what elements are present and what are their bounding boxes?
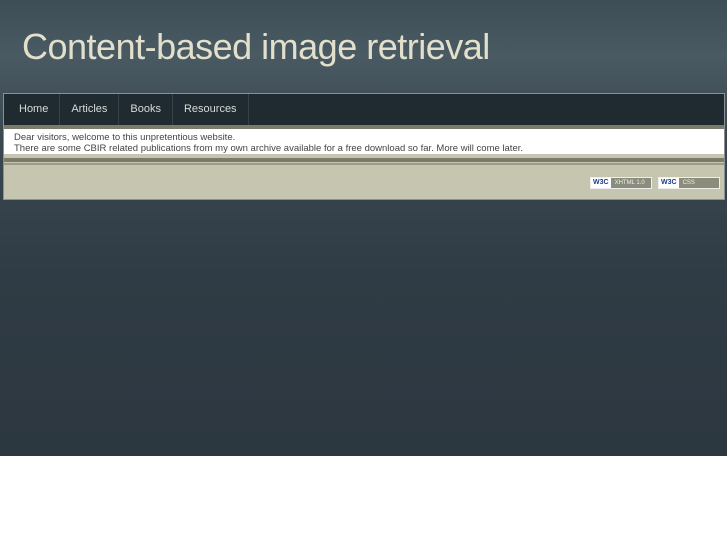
main-panel: Home Articles Books Resources Dear visit… [3, 93, 725, 200]
xhtml-valid-badge[interactable]: W3C XHTML 1.0 [590, 177, 652, 189]
nav-books[interactable]: Books [119, 94, 173, 125]
nav-articles[interactable]: Articles [60, 94, 120, 125]
css-valid-badge[interactable]: W3C CSS [658, 177, 720, 189]
w3c-logo: W3C [591, 178, 611, 188]
intro-text: There are some CBIR related publications… [14, 143, 524, 154]
w3c-logo: W3C [659, 178, 679, 188]
content: Dear visitors, welcome to this unpretent… [4, 129, 724, 154]
badge-label: CSS [682, 180, 695, 186]
site-title: Content-based image retrieval [22, 26, 490, 67]
badge-label: XHTML 1.0 [614, 180, 645, 186]
divider [4, 158, 724, 162]
nav-bar: Home Articles Books Resources [4, 94, 724, 125]
nav-resources[interactable]: Resources [173, 94, 249, 125]
page-background [0, 0, 727, 456]
nav-home[interactable]: Home [8, 94, 61, 125]
divider [4, 163, 724, 165]
welcome-text: Dear visitors, welcome to this unpretent… [14, 132, 236, 143]
